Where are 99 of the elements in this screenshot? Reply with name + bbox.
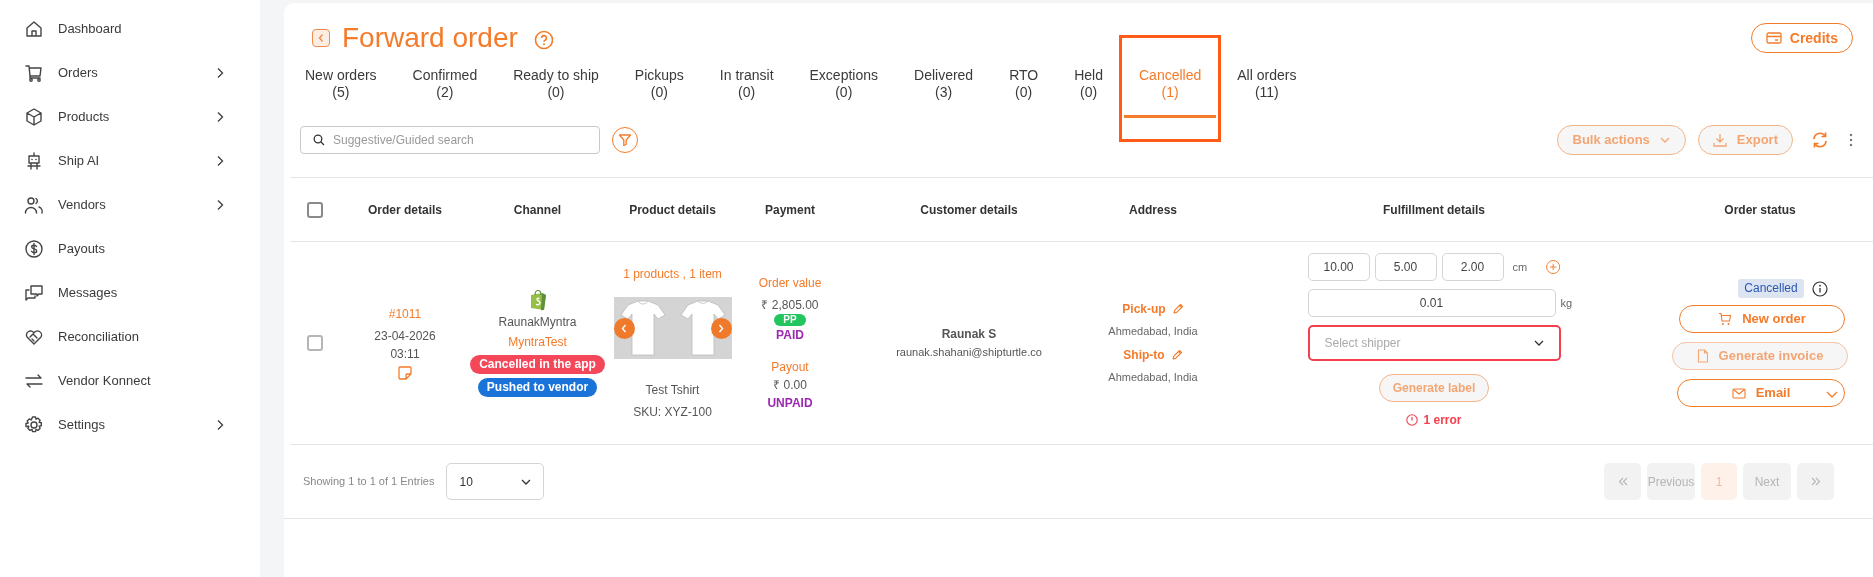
search-icon [313, 134, 325, 146]
column-header: Channel [512, 201, 563, 219]
tab[interactable]: New orders (5) [290, 61, 392, 118]
dollar-icon [24, 239, 44, 259]
sidebar-item[interactable]: Messages [0, 271, 260, 315]
sidebar-item[interactable]: Reconciliation [0, 315, 260, 359]
tab[interactable]: Confirmed (2) [397, 61, 493, 118]
tab[interactable]: RTO (0) [994, 61, 1054, 118]
select-all-checkbox[interactable] [307, 201, 323, 218]
dimension-field[interactable]: 2.00 [1441, 253, 1504, 281]
help-icon[interactable] [533, 30, 554, 50]
address-text: Ahmedabad, India [1108, 324, 1198, 339]
order-date: 23-04-2026 [374, 328, 436, 345]
back-button[interactable] [312, 29, 330, 47]
error-count: 1 error [1423, 412, 1462, 429]
column-header: Address [1128, 201, 1178, 219]
info-icon[interactable] [1811, 280, 1828, 297]
entries-summary: Showing 1 to 1 of 1 Entries [303, 474, 435, 490]
filter-icon [618, 133, 632, 147]
status-badge: Pushed to vendor [477, 378, 598, 397]
card-icon [1765, 32, 1782, 44]
cart-icon [1718, 312, 1733, 326]
payment-status: PAID [776, 327, 804, 344]
order-value: ₹ 2,805.00 [761, 297, 819, 314]
sidebar-item[interactable]: Ship AI [0, 139, 260, 183]
customer-email: raunak.shahani@shipturtle.co [896, 345, 1042, 360]
store-name: RaunakMyntra [498, 314, 577, 331]
caret-icon [1533, 340, 1544, 346]
download-icon [1712, 133, 1727, 147]
order-value-label: Order value [758, 275, 822, 292]
column-header: Order status [1723, 201, 1797, 219]
chevron-left-icon [317, 33, 325, 43]
tab[interactable]: Exceptions (0) [794, 61, 893, 118]
column-header: Customer details [919, 201, 1019, 219]
dimension-field[interactable]: 10.00 [1307, 253, 1370, 281]
payout-label: Payout [771, 359, 809, 376]
payment-mode-badge: PP [774, 314, 806, 326]
handshake-icon [24, 327, 44, 347]
product-summary: 1 products , 1 item [623, 266, 722, 283]
chat-icon [24, 283, 44, 303]
sidebar-item[interactable]: Dashboard [0, 7, 260, 51]
unit-label: kg [1560, 296, 1573, 311]
sidebar-item[interactable]: Vendor Konnect [0, 359, 260, 403]
document-icon [1696, 349, 1709, 363]
refresh-icon[interactable] [1811, 131, 1829, 149]
chevron-left-icon [621, 324, 627, 333]
sidebar-item[interactable]: Payouts [0, 227, 260, 271]
customer-name: Raunak S [941, 326, 997, 343]
channel-name: MyntraTest [508, 334, 567, 351]
caret-icon [521, 478, 532, 485]
note-icon[interactable] [397, 365, 413, 381]
caret-icon[interactable] [1826, 391, 1838, 398]
address-label: Pick-up [1122, 301, 1166, 318]
pencil-icon[interactable] [1171, 303, 1184, 315]
column-header: Fulfillment details [1382, 201, 1486, 219]
pencil-icon[interactable] [1170, 349, 1183, 361]
page-size-select[interactable]: 10 [446, 463, 545, 500]
product-name: Test Tshirt [645, 382, 700, 399]
tab[interactable]: Pickups (0) [619, 61, 699, 118]
double-chevron-right-icon [1810, 477, 1821, 486]
home-icon [24, 19, 44, 39]
add-icon[interactable] [1546, 258, 1561, 276]
column-header: Payment [764, 201, 816, 219]
address-text: Ahmedabad, India [1108, 370, 1198, 385]
tab[interactable]: Delivered (3) [899, 61, 989, 118]
cube-icon [24, 107, 44, 127]
column-header: Order details [367, 201, 443, 219]
status-badge: Cancelled in the app [470, 355, 605, 374]
cart-icon [24, 63, 44, 83]
column-header: Product details [628, 201, 717, 219]
order-time: 03:11 [390, 346, 420, 363]
row-checkbox[interactable] [307, 335, 323, 351]
tab[interactable]: Ready to ship (0) [498, 61, 614, 118]
unit-label: cm [1512, 260, 1528, 275]
payout-amount: ₹ 0.00 [773, 377, 807, 394]
sidebar-item[interactable]: Vendors [0, 183, 260, 227]
page-title: Forward order [342, 24, 518, 52]
robot-icon [24, 151, 44, 171]
tab[interactable]: Held (0) [1059, 61, 1118, 118]
more-icon[interactable] [1849, 133, 1853, 147]
sidebar-item[interactable]: Orders [0, 51, 260, 95]
sidebar-item[interactable]: Settings [0, 403, 260, 447]
status-badge: Cancelled [1738, 279, 1804, 298]
tab[interactable]: All orders (11) [1222, 61, 1312, 118]
double-chevron-left-icon [1617, 477, 1628, 486]
payout-status: UNPAID [767, 395, 813, 412]
error-icon [1406, 414, 1419, 426]
sidebar-item[interactable]: Products [0, 95, 260, 139]
tab[interactable]: In transit (0) [704, 61, 789, 118]
caret-icon [1659, 137, 1670, 143]
settings-icon [24, 415, 44, 435]
users-icon [24, 195, 44, 215]
address-label: Ship-to [1123, 347, 1165, 364]
search-field[interactable]: Suggestive/Guided search [300, 126, 600, 154]
mail-icon [1731, 387, 1746, 399]
chevron-right-icon [718, 324, 724, 333]
weight-field[interactable]: 0.01 [1307, 289, 1556, 317]
dimension-field[interactable]: 5.00 [1374, 253, 1437, 281]
product-sku: SKU: XYZ-100 [633, 404, 712, 421]
